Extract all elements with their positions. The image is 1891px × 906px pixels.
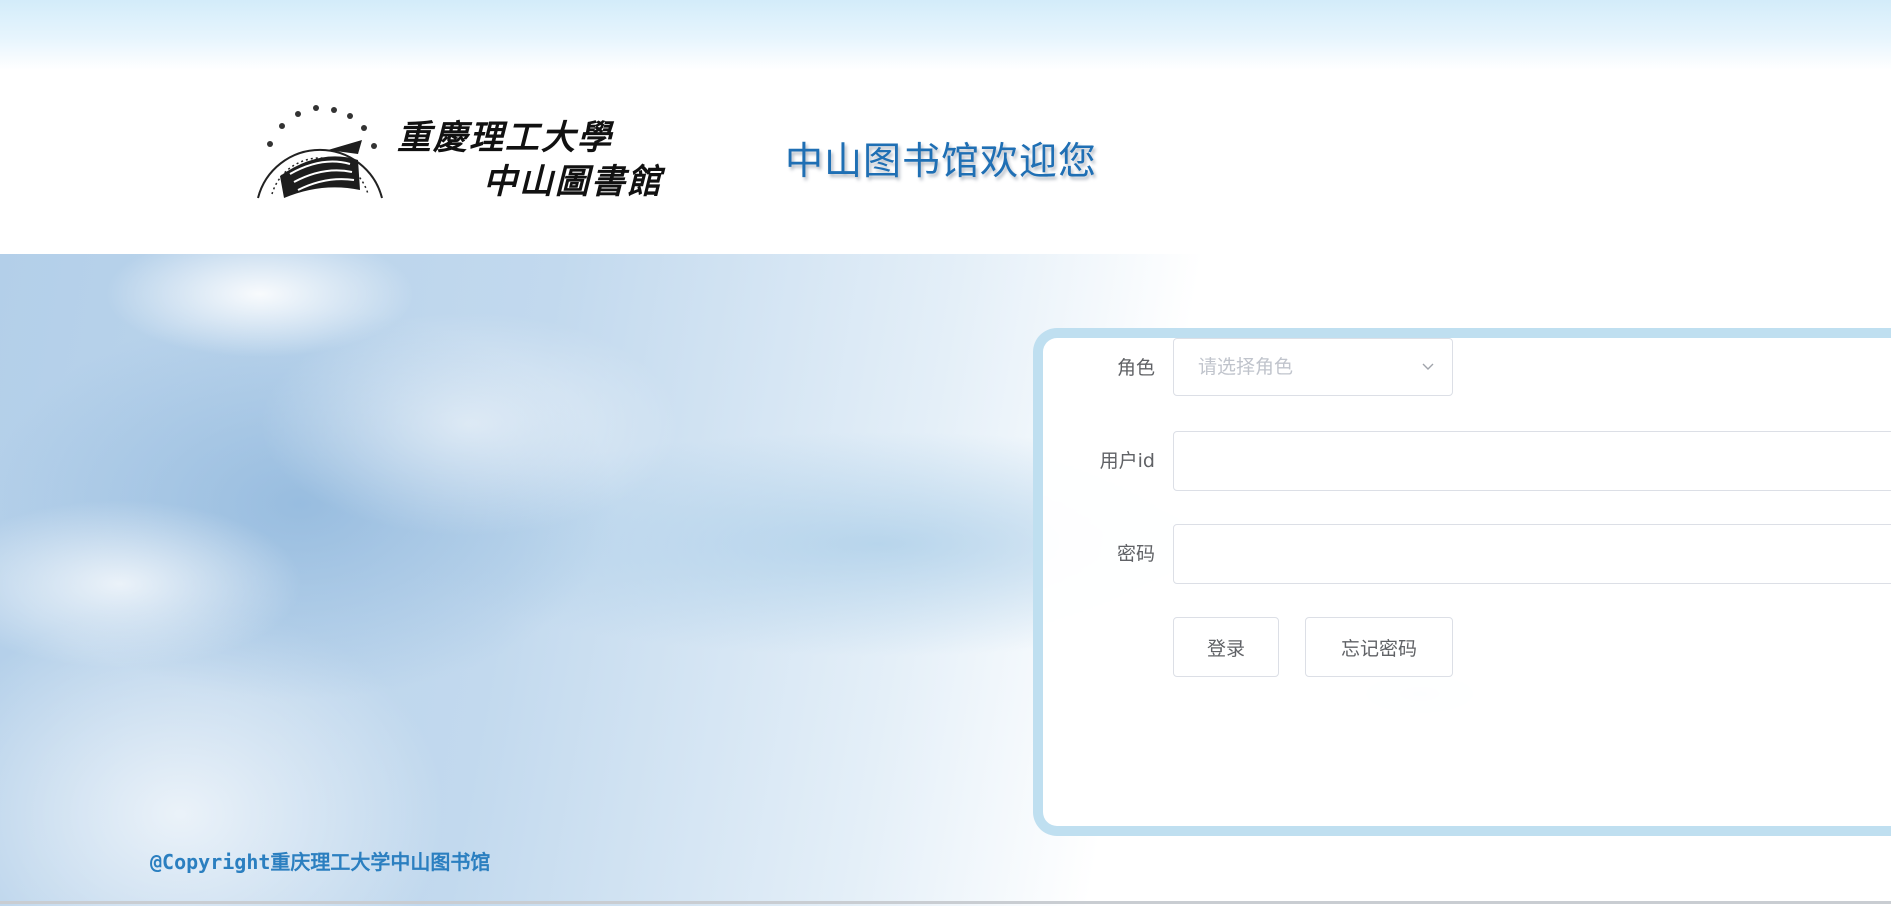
password-row: 密码: [1043, 524, 1891, 584]
library-seal-icon: [257, 105, 383, 199]
role-label: 角色: [1116, 357, 1155, 379]
forgot-password-button[interactable]: 忘记密码: [1305, 617, 1453, 677]
top-gradient-strip: [0, 0, 1891, 70]
welcome-title: 中山图书馆欢迎您: [785, 139, 1098, 183]
copyright-text: @Copyright重庆理工大学中山图书馆: [150, 850, 491, 874]
user-id-label: 用户id: [1099, 450, 1155, 472]
button-row: 登录 忘记密码: [1043, 617, 1891, 677]
logo-name-line-1: 重慶理工大學: [397, 118, 613, 158]
login-button[interactable]: 登录: [1173, 617, 1279, 677]
logo-name-line-2: 中山圖書館: [483, 162, 663, 202]
password-input[interactable]: [1173, 524, 1891, 584]
role-row: 角色 请选择角色: [1043, 338, 1891, 398]
password-label: 密码: [1116, 543, 1155, 565]
login-form-panel: 角色 请选择角色 用户id 密码 登录 忘记密码: [1033, 328, 1891, 836]
login-page: 重慶理工大學 中山圖書館 中山图书馆欢迎您 角色 请选择角色 用户id 密码 登…: [0, 0, 1891, 906]
chevron-down-icon: [1422, 363, 1434, 370]
library-logo: 重慶理工大學 中山圖書館: [250, 90, 661, 202]
header: 重慶理工大學 中山圖書館 中山图书馆欢迎您: [0, 70, 1891, 254]
user-id-input[interactable]: [1173, 431, 1891, 491]
role-select[interactable]: 请选择角色: [1173, 338, 1453, 396]
user-id-row: 用户id: [1043, 431, 1891, 491]
bottom-divider: [0, 901, 1891, 904]
role-select-placeholder: 请选择角色: [1198, 356, 1294, 378]
